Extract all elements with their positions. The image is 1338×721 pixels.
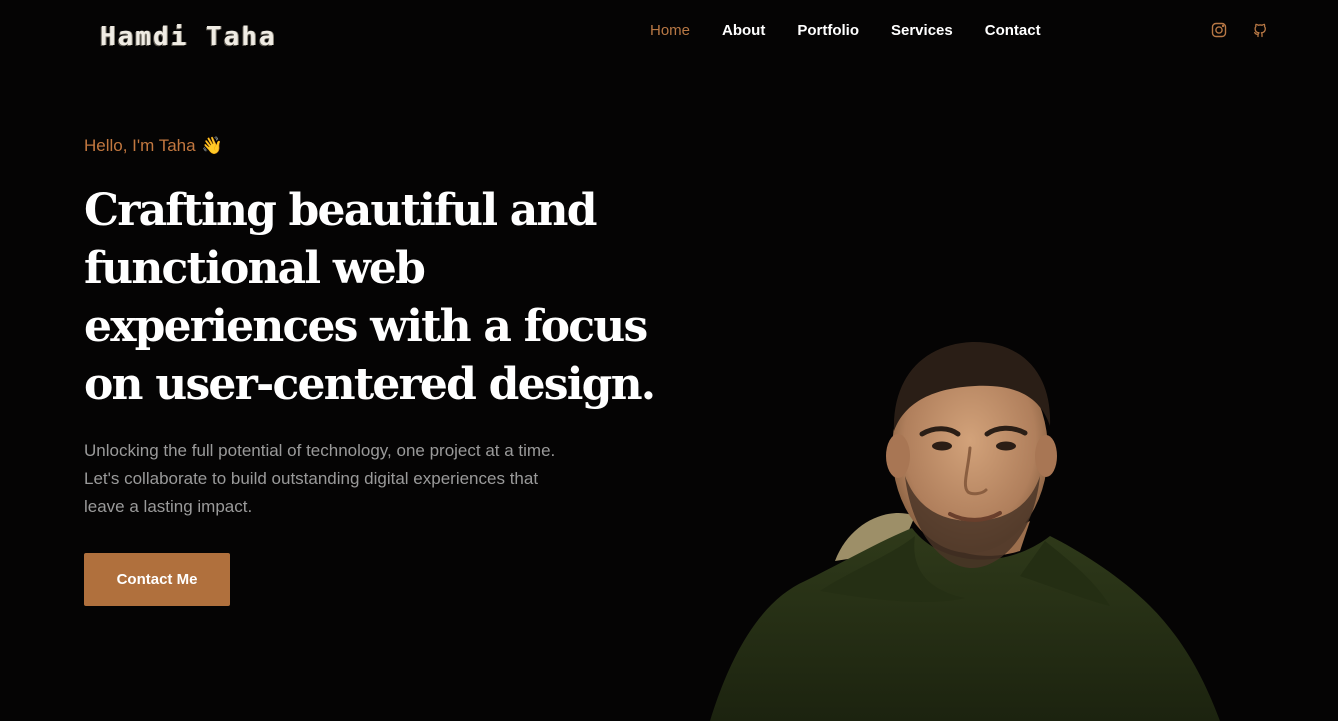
nav-services[interactable]: Services (891, 21, 953, 41)
main-nav: Home About Portfolio Services Contact (650, 21, 1041, 41)
site-logo[interactable]: Hamdi Taha (100, 22, 277, 52)
social-links (1211, 22, 1268, 38)
instagram-icon[interactable] (1211, 22, 1227, 38)
nav-about[interactable]: About (722, 21, 765, 41)
greeting-text: Hello, I'm Taha (84, 136, 196, 155)
nav-home[interactable]: Home (650, 21, 690, 41)
hero-headline: Crafting beautiful and functional web ex… (84, 185, 656, 410)
profile-photo (710, 341, 1220, 721)
github-icon[interactable] (1252, 22, 1268, 38)
nav-portfolio[interactable]: Portfolio (797, 21, 859, 41)
nav-contact[interactable]: Contact (985, 21, 1041, 41)
hero-description: Unlocking the full potential of technolo… (84, 441, 556, 516)
waving-hand-icon: 👋 (201, 136, 223, 155)
hero-greeting: Hello, I'm Taha 👋 (84, 135, 223, 157)
contact-me-button[interactable]: Contact Me (84, 553, 230, 606)
